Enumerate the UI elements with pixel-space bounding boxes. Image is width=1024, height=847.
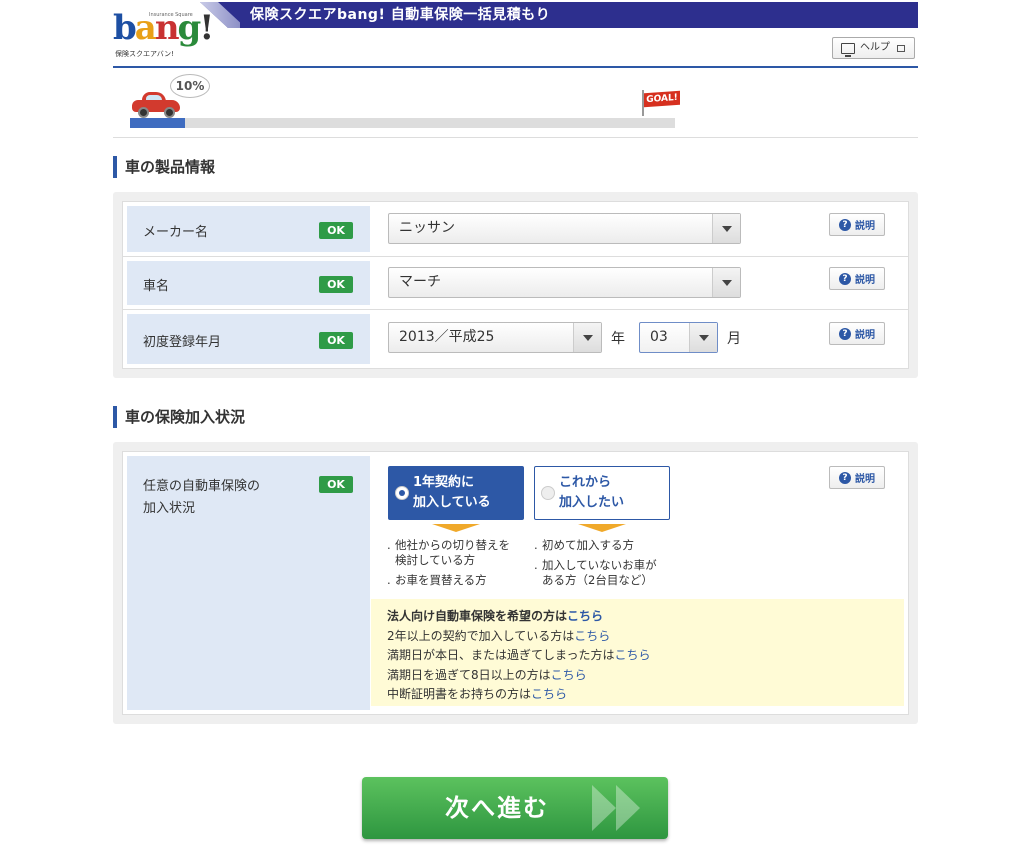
question-icon: ? [839, 218, 851, 231]
monitor-icon [841, 42, 855, 57]
radio-selected-icon [395, 486, 409, 500]
next-button[interactable]: 次へ進む [362, 777, 668, 839]
row-insurance-status: 任意の自動車保険の 加入状況 OK 1年契約に 加入している これから 加入した… [123, 452, 908, 714]
maker-label: メーカー名 [143, 225, 209, 240]
corporate-link[interactable]: こちら [567, 609, 603, 623]
notes-new-insurance: . 初めて加入する方 . 加入していないお車が ある方（2台目など） [534, 538, 657, 587]
car-name-label: 車名 [143, 279, 170, 294]
help-button[interactable]: ヘルプ [832, 37, 915, 59]
row-maker: メーカー名 OK ニッサン ? 説明 [123, 202, 908, 257]
car-icon [132, 90, 180, 118]
progress-divider [113, 137, 918, 138]
maker-ok-badge: OK [319, 222, 353, 239]
chevron-right-icon [616, 785, 640, 831]
registration-year-select[interactable]: 2013／平成25 [388, 322, 602, 353]
chevron-down-icon [712, 214, 740, 243]
pointer-arrow [432, 524, 480, 532]
insurance-help-button[interactable]: ? 説明 [829, 466, 885, 489]
year-unit: 年 [611, 331, 625, 347]
question-icon: ? [839, 272, 851, 285]
long-contract-link[interactable]: こちら [574, 629, 610, 643]
help-label: ヘルプ [860, 42, 890, 53]
car-name-ok-badge: OK [319, 276, 353, 293]
goal-flag-icon: GOAL! [640, 90, 680, 116]
chevron-down-icon [712, 268, 740, 297]
option-currently-insured[interactable]: 1年契約に 加入している [388, 466, 524, 520]
window-icon [897, 44, 905, 52]
product-panel: メーカー名 OK ニッサン ? 説明 車名 OK マーチ ? 説明 初度登録年月… [113, 192, 918, 378]
question-icon: ? [839, 471, 851, 484]
insurance-panel: 任意の自動車保険の 加入状況 OK 1年契約に 加入している これから 加入した… [113, 442, 918, 724]
banner-title: 保険スクエアbang! 自動車保険一括見積もり [250, 7, 551, 23]
registration-ok-badge: OK [319, 332, 353, 349]
maker-help-button[interactable]: ? 説明 [829, 213, 885, 236]
expired-today-link[interactable]: こちら [615, 648, 651, 662]
section-title-product: 車の製品情報 [113, 156, 215, 178]
header-divider [113, 66, 918, 68]
registration-help-button[interactable]: ? 説明 [829, 322, 885, 345]
row-car-name: 車名 OK マーチ ? 説明 [123, 257, 908, 310]
month-unit: 月 [727, 331, 741, 347]
progress-track [130, 118, 675, 128]
chevron-down-icon [689, 323, 717, 352]
chevron-right-icon [592, 785, 616, 831]
pointer-arrow [578, 524, 626, 532]
insurance-label-line2: 加入状況 [143, 501, 196, 516]
option-new-insurance[interactable]: これから 加入したい [534, 466, 670, 520]
insurance-label-line1: 任意の自動車保険の [143, 479, 261, 494]
progress-fill [130, 118, 185, 128]
row-registration: 初度登録年月 OK 2013／平成25 年 03 月 ? 説明 [123, 310, 908, 368]
radio-unselected-icon [541, 486, 555, 500]
car-name-help-button[interactable]: ? 説明 [829, 267, 885, 290]
interruption-cert-link[interactable]: こちら [531, 687, 567, 701]
registration-month-select[interactable]: 03 [639, 322, 718, 353]
car-name-select[interactable]: マーチ [388, 267, 741, 298]
question-icon: ? [839, 327, 851, 340]
logo-tagline: Insurance Square [149, 12, 193, 18]
notes-currently-insured: . 他社からの切り替えを 検討している方 . お車を買替える方 [387, 538, 510, 587]
chevron-down-icon [573, 323, 601, 352]
registration-label: 初度登録年月 [143, 335, 222, 350]
site-logo[interactable]: bang! Insurance Square 保険スクエアバン! [113, 8, 214, 58]
special-cases-box: 法人向け自動車保険を希望の方はこちら 2年以上の契約で加入している方はこちら 満… [371, 599, 904, 706]
maker-select[interactable]: ニッサン [388, 213, 741, 244]
section-title-insurance: 車の保険加入状況 [113, 406, 245, 428]
goal-label: GOAL! [644, 90, 680, 108]
page: bang! Insurance Square 保険スクエアバン! 保険スクエアb… [0, 0, 1024, 847]
expired-8days-link[interactable]: こちら [551, 668, 587, 682]
logo-subtitle: 保険スクエアバン! [115, 50, 174, 58]
insurance-ok-badge: OK [319, 476, 353, 493]
